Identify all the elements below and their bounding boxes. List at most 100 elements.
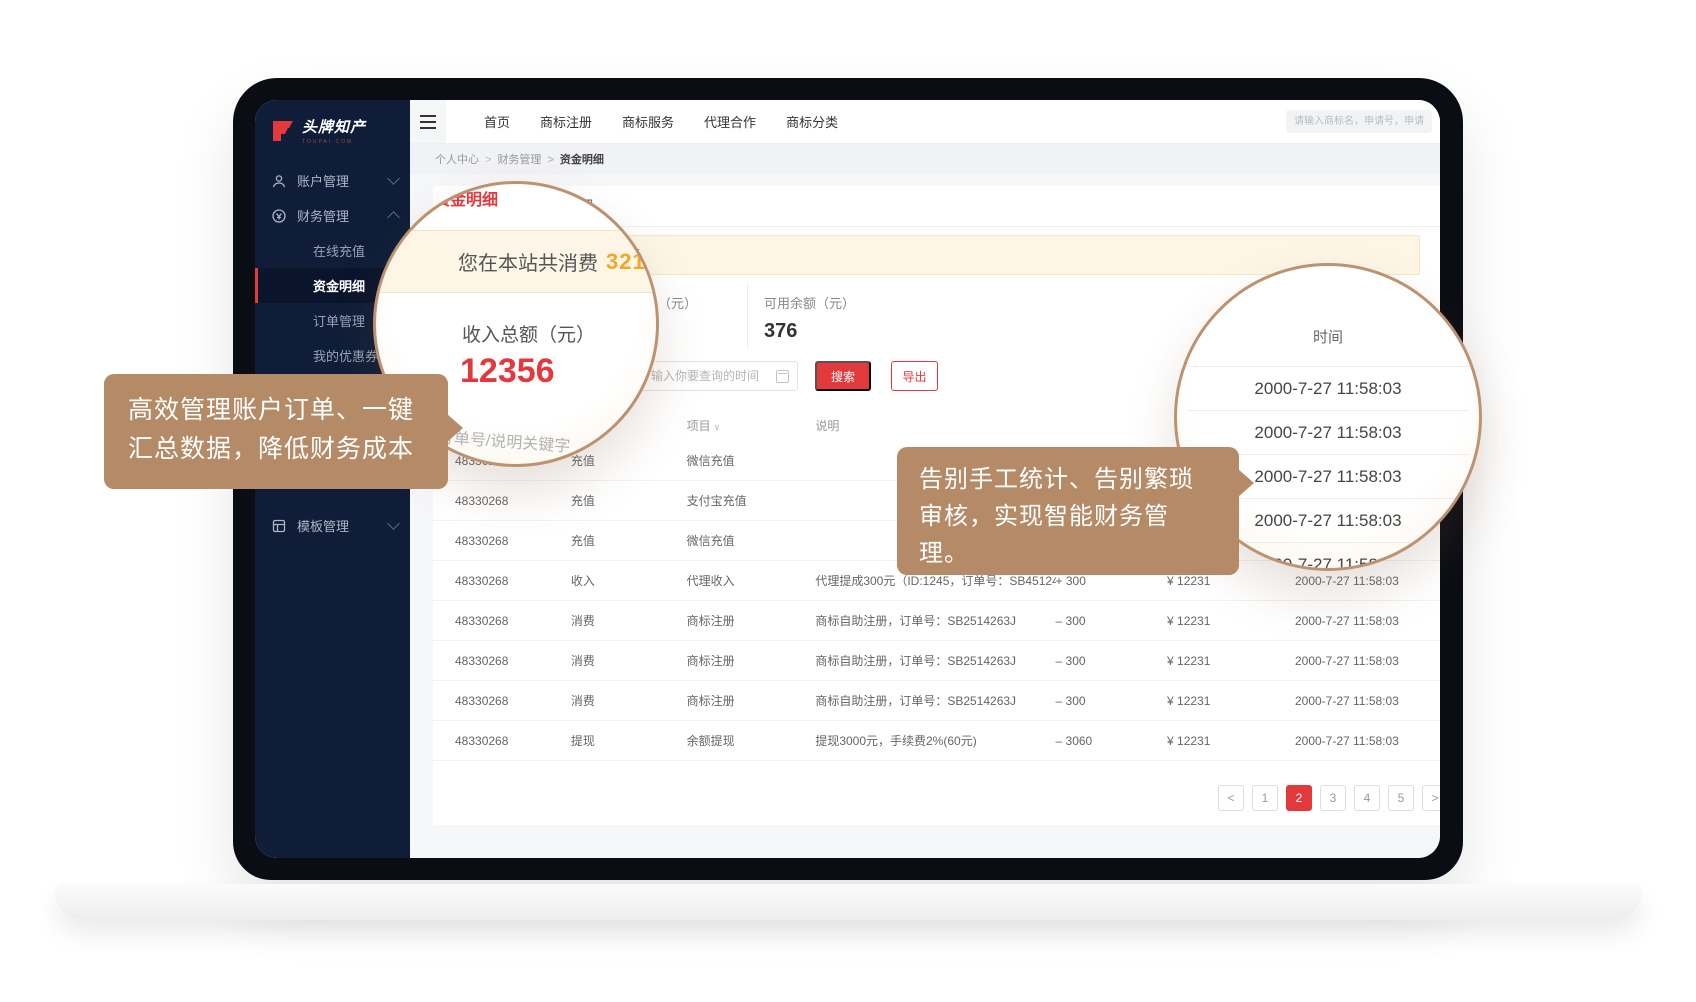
cell-order: 48330268: [455, 614, 571, 628]
pagination-page-button[interactable]: 1: [1252, 785, 1278, 811]
cell-balance: ¥ 12231: [1137, 734, 1270, 748]
cell-balance: ¥ 12231: [1137, 694, 1270, 708]
cell-order: 48330268: [455, 654, 571, 668]
cell-amount: + 300: [1056, 574, 1138, 588]
cell-balance: ¥ 12231: [1137, 574, 1270, 588]
magnified-banner-amount: 32124: [606, 249, 659, 275]
cell-time: 2000-7-27 11:58:03: [1270, 614, 1440, 628]
stat-balance-value: 376: [764, 320, 908, 343]
cell-order: 48330268: [455, 574, 571, 588]
sidebar-item-label: 账户管理: [297, 171, 389, 190]
chevron-down-icon: [387, 517, 400, 530]
table-row[interactable]: 48330268 消费 商标注册 商标自助注册，订单号：SB2514263J –…: [433, 601, 1440, 641]
chevron-down-icon: [387, 172, 400, 185]
brand-name: 头牌知产: [302, 116, 366, 137]
header-project[interactable]: 项目∨: [687, 417, 816, 434]
time-input[interactable]: [640, 361, 798, 391]
cell-type: 提现: [571, 732, 687, 749]
magnified-time-header: 时间: [1177, 326, 1479, 347]
nav-tab[interactable]: 商标注册: [540, 112, 592, 131]
laptop-base: [55, 884, 1642, 920]
cell-amount: – 300: [1056, 614, 1138, 628]
cell-project: 代理收入: [687, 572, 816, 589]
pagination-page-button[interactable]: 4: [1354, 785, 1380, 811]
cell-type: 充值: [571, 492, 687, 509]
cell-project: 商标注册: [687, 612, 816, 629]
callout-arrow-icon: [447, 414, 463, 442]
cell-type: 消费: [571, 692, 687, 709]
table-row[interactable]: 48330268 消费 商标注册 商标自助注册，订单号：SB2514263J –…: [433, 681, 1440, 721]
brand-logo-icon: [269, 118, 295, 144]
pagination-page-button[interactable]: 3: [1320, 785, 1346, 811]
user-icon: [271, 173, 287, 189]
calendar-icon: [776, 370, 789, 383]
cell-amount: – 300: [1056, 694, 1138, 708]
cell-amount: – 300: [1056, 654, 1138, 668]
callout-right: 告别手工统计、告别繁琐审核，实现智能财务管理。: [897, 447, 1239, 575]
search-button[interactable]: 搜索: [815, 361, 871, 391]
pagination-page-button[interactable]: 2: [1286, 785, 1312, 811]
nav-tab[interactable]: 商标分类: [786, 112, 838, 131]
callout-arrow-icon: [1238, 469, 1254, 497]
cell-order: 48330268: [455, 694, 571, 708]
top-navbar: 首页 商标注册 商标服务 代理合作 商标分类: [410, 100, 1440, 144]
cell-desc: 商标自助注册，订单号：SB2514263J: [815, 692, 1055, 709]
sidebar-item-label: 模板管理: [297, 516, 389, 535]
nav-tab[interactable]: 首页: [484, 112, 510, 131]
breadcrumb: 个人中心财务管理资金明细: [410, 144, 1440, 174]
magnified-tab-fragment: 资金明细: [434, 186, 498, 210]
table-row[interactable]: 48330268 消费 商标注册 商标自助注册，订单号：SB2514263J –…: [433, 641, 1440, 681]
cell-order: 48330268: [455, 734, 571, 748]
search-input[interactable]: [1286, 110, 1432, 133]
cell-time: 2000-7-27 11:58:03: [1270, 654, 1440, 668]
chevron-up-icon: [387, 211, 400, 224]
sort-caret-icon: ∨: [714, 422, 721, 432]
cell-project: 微信充值: [687, 452, 816, 469]
pagination: < 12345 >: [433, 785, 1440, 811]
template-icon: [271, 518, 287, 534]
cell-project: 商标注册: [687, 692, 816, 709]
cell-time: 2000-7-27 11:58:03: [1270, 574, 1440, 588]
cell-time: 2000-7-27 11:58:03: [1270, 734, 1440, 748]
callout-left-text: 高效管理账户订单、一键汇总数据，降低财务成本: [128, 396, 414, 463]
stat-middle-label: （元）: [658, 293, 747, 312]
callout-left: 高效管理账户订单、一键汇总数据，降低财务成本: [104, 374, 448, 489]
magnified-income-value: 12356: [460, 352, 555, 391]
breadcrumb-item[interactable]: 个人中心: [435, 151, 479, 167]
magnified-time-row: 2000-7-27 11:58:03: [1187, 366, 1469, 410]
brand-logo: 头牌知产 TOUPAI.COM: [255, 100, 410, 163]
cell-project: 支付宝充值: [687, 492, 816, 509]
nav-tab[interactable]: 代理合作: [704, 112, 756, 131]
cell-project: 微信充值: [687, 532, 816, 549]
cell-type: 消费: [571, 652, 687, 669]
cell-project: 余额提现: [687, 732, 816, 749]
nav-tabs: 首页 商标注册 商标服务 代理合作 商标分类: [484, 112, 838, 131]
cell-desc: 商标自助注册，订单号：SB2514263J: [815, 612, 1055, 629]
cell-balance: ¥ 12231: [1137, 654, 1270, 668]
pagination-prev-button[interactable]: <: [1218, 785, 1244, 811]
export-button[interactable]: 导出: [891, 361, 938, 391]
callout-right-text: 告别手工统计、告别繁琐审核，实现智能财务管理。: [919, 466, 1194, 567]
table-row[interactable]: 48330268 提现 余额提现 提现3000元，手续费2%(60元) – 30…: [433, 721, 1440, 761]
cell-time: 2000-7-27 11:58:03: [1270, 694, 1440, 708]
magnified-banner: 您在本站共消费 32124: [376, 230, 656, 293]
cell-type: 充值: [571, 452, 687, 469]
cell-project: 商标注册: [687, 652, 816, 669]
header-desc: 说明: [815, 417, 1055, 434]
hamburger-menu-icon[interactable]: [410, 100, 446, 143]
sidebar-item-finance[interactable]: 财务管理: [255, 198, 410, 233]
stat-balance: 可用余额（元） 376: [748, 283, 908, 349]
breadcrumb-item[interactable]: 资金明细: [541, 151, 603, 167]
sidebar-item-template[interactable]: 模板管理: [255, 508, 410, 543]
breadcrumb-item[interactable]: 财务管理: [479, 151, 541, 167]
cell-order: 48330268: [455, 534, 571, 548]
magnified-income-label: 收入总额（元）: [462, 320, 595, 347]
brand-subtitle: TOUPAI.COM: [302, 139, 366, 145]
pagination-next-button[interactable]: >: [1422, 785, 1440, 811]
pagination-page-button[interactable]: 5: [1388, 785, 1414, 811]
cell-type: 充值: [571, 532, 687, 549]
cell-amount: – 3060: [1056, 734, 1138, 748]
stage: 头牌知产 TOUPAI.COM 账户管理: [0, 0, 1696, 1002]
nav-tab[interactable]: 商标服务: [622, 112, 674, 131]
sidebar-item-account[interactable]: 账户管理: [255, 163, 410, 198]
